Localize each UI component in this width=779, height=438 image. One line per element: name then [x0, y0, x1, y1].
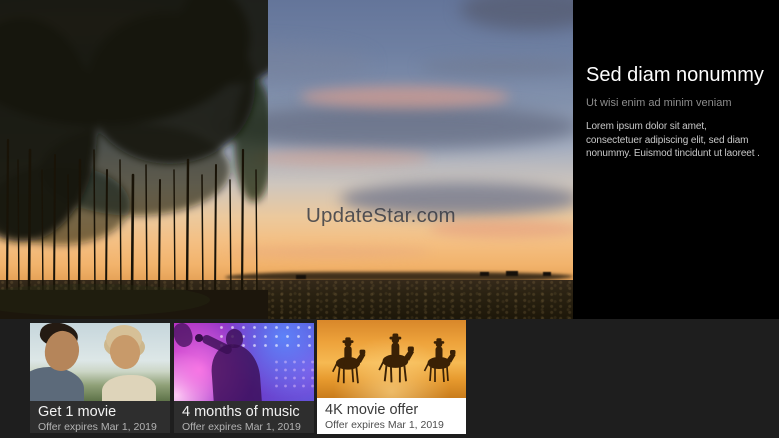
horsemen-silhouettes [332, 333, 456, 384]
card-label: 4K movie offer Offer expires Mar 1, 2019 [317, 398, 466, 434]
watermark-text: UpdateStar.com [306, 204, 456, 227]
card-title: Get 1 movie [38, 404, 117, 420]
cloud [420, 58, 573, 76]
poplar-grove [0, 0, 268, 319]
distant-object [296, 275, 306, 279]
info-title: Sed diam nonummy [586, 64, 764, 86]
offer-card-4k-movie[interactable]: 4K movie offer Offer expires Mar 1, 2019 [317, 320, 466, 434]
card-title: 4 months of music [182, 404, 300, 420]
offer-card-4-months-of-music[interactable]: 4 months of music Offer expires Mar 1, 2… [174, 323, 314, 433]
offer-card-get-1-movie[interactable]: Get 1 movie Offer expires Mar 1, 2019 [30, 323, 170, 433]
card-subtitle: Offer expires Mar 1, 2019 [182, 420, 301, 433]
card-subtitle: Offer expires Mar 1, 2019 [325, 418, 444, 431]
hero-image: UpdateStar.com [0, 0, 573, 319]
stage-lights [272, 358, 314, 390]
man-silhouette [30, 367, 84, 401]
microphone-silhouette [195, 334, 203, 342]
hand-silhouette [174, 323, 196, 350]
boy-silhouette [102, 375, 156, 401]
distant-object [506, 271, 518, 276]
cloud [250, 150, 430, 166]
info-body: Lorem ipsum dolor sit amet, consectetuer… [586, 121, 760, 160]
singer-silhouette [209, 342, 263, 401]
tv-home-screen: UpdateStar.com Sed diam nonummy Ut wisi … [0, 0, 779, 438]
distant-object [480, 272, 489, 276]
info-subtitle: Ut wisi enim ad minim veniam [586, 97, 732, 109]
three-horsemen-photo [317, 320, 466, 398]
father-and-son-photo [30, 323, 170, 401]
info-panel: Sed diam nonummy Ut wisi enim ad minim v… [573, 0, 779, 319]
card-title: 4K movie offer [325, 402, 419, 418]
concert-singer-photo [174, 323, 314, 401]
card-label: Get 1 movie Offer expires Mar 1, 2019 [30, 401, 170, 433]
card-label: 4 months of music Offer expires Mar 1, 2… [174, 401, 314, 433]
card-subtitle: Offer expires Mar 1, 2019 [38, 420, 157, 433]
cloud [300, 86, 510, 108]
offers-row: Get 1 movie Offer expires Mar 1, 2019 4 … [0, 319, 779, 438]
distant-object [543, 272, 551, 276]
